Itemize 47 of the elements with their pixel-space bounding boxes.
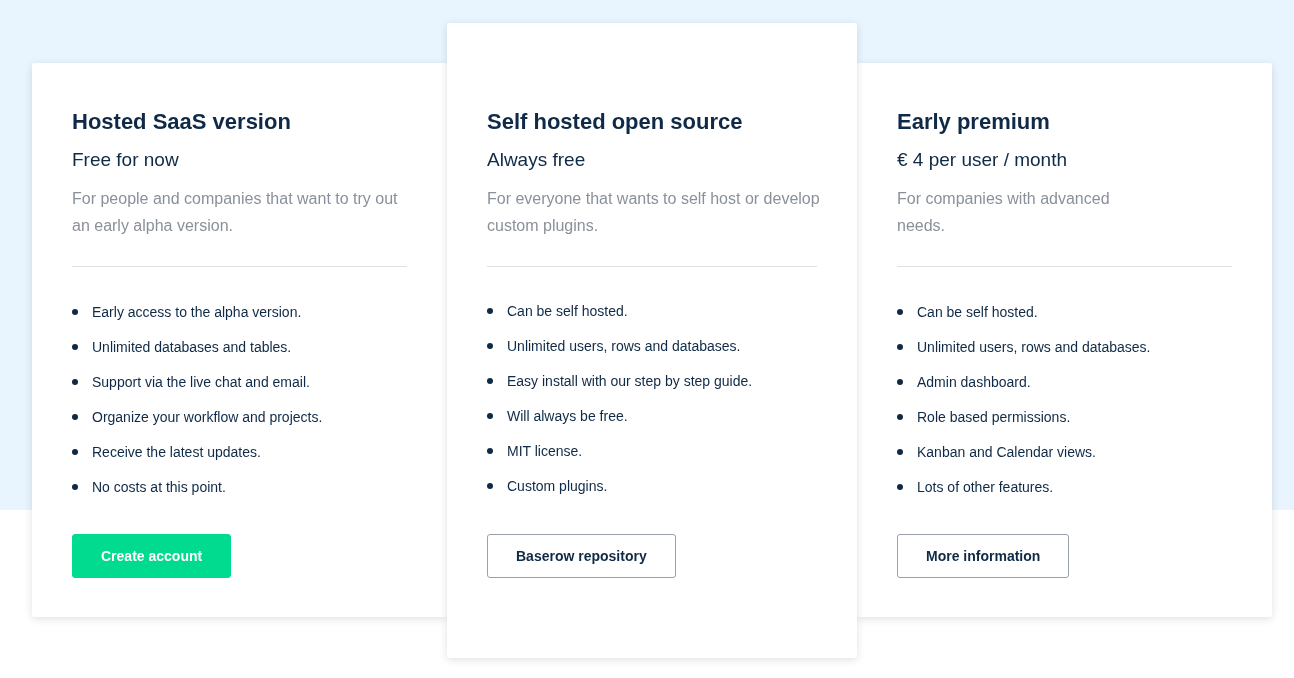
feature-text: Can be self hosted. (507, 303, 628, 319)
plan-price: € 4 per user / month (897, 148, 1069, 172)
feature-text: Organize your workflow and projects. (92, 408, 323, 425)
bullet-icon (897, 378, 903, 385)
feature-text: Early access to the alpha version. (92, 303, 302, 320)
feature-text: Can be self hosted. (917, 303, 1038, 320)
feature-text: Kanban and Calendar views. (917, 443, 1096, 460)
bullet-icon (487, 413, 493, 419)
plan-description: For everyone that wants to self host or develop custom plugins. (487, 188, 821, 236)
plan-description: For people and companies that want to try out an early alpha version. (72, 189, 399, 236)
bullet-icon (897, 483, 903, 490)
bullet-icon (72, 343, 78, 350)
bullet-icon (487, 483, 493, 489)
bullet-icon (487, 308, 493, 314)
bullet-icon (897, 413, 903, 420)
feature-text: Will always be free. (507, 408, 628, 424)
bullet-icon (487, 448, 493, 454)
feature-text: Support via the live chat and email. (92, 373, 310, 390)
plan-price: Always free (487, 147, 587, 172)
plan-description: For companies with advanced needs. (897, 189, 1111, 236)
feature-text: MIT license. (507, 443, 583, 459)
bullet-icon (72, 378, 78, 385)
bullet-icon (72, 413, 78, 420)
bullet-icon (72, 448, 78, 455)
bullet-icon (72, 483, 78, 490)
bullet-icon (897, 308, 903, 315)
feature-text: Easy install with our step by step guide. (507, 373, 753, 389)
feature-text: Unlimited databases and tables. (92, 338, 292, 355)
bullet-icon (897, 343, 903, 350)
plan-title: Self hosted open source (487, 107, 744, 136)
plan-title: Early premium (897, 108, 1051, 136)
plan-button[interactable]: Baserow repository (487, 533, 676, 578)
bullet-icon (487, 378, 493, 384)
feature-text: Admin dashboard. (917, 373, 1031, 390)
feature-text: Receive the latest updates. (92, 443, 261, 460)
bullet-icon (487, 343, 493, 349)
feature-text: Unlimited users, rows and databases. (917, 338, 1151, 355)
plan-button[interactable]: More information (897, 534, 1070, 578)
feature-text: Unlimited users, rows and databases. (507, 338, 741, 354)
plan-title: Hosted SaaS version (72, 108, 292, 136)
feature-text: Lots of other features. (917, 478, 1054, 495)
feature-text: Custom plugins. (507, 478, 608, 494)
plan-price: Free for now (72, 148, 180, 172)
bullet-icon (897, 448, 903, 455)
feature-text: Role based permissions. (917, 408, 1071, 425)
feature-text: No costs at this point. (92, 478, 226, 495)
bullet-icon (72, 308, 78, 315)
